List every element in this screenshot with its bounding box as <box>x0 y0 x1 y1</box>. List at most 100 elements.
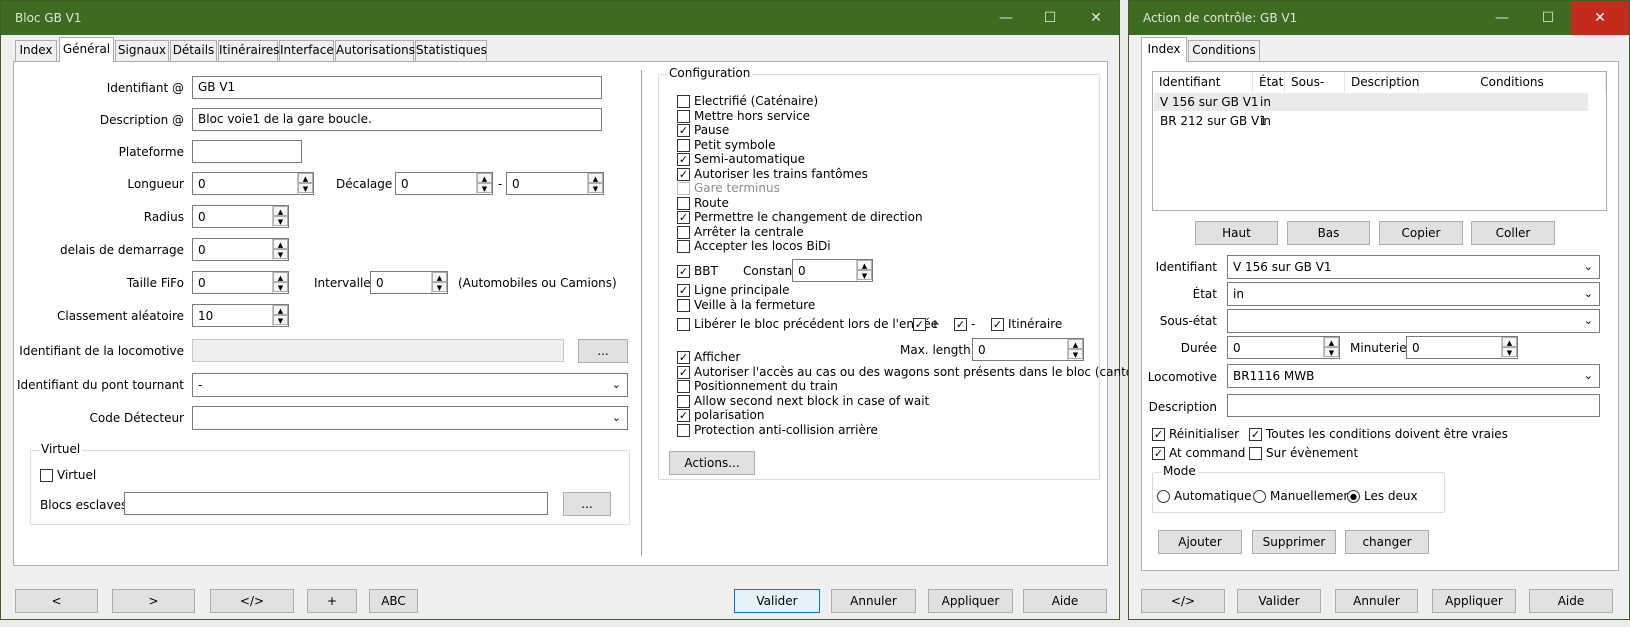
col-sous-etat[interactable]: Sous-état <box>1285 72 1345 109</box>
up-arrow-icon[interactable]: ▲ <box>477 173 492 183</box>
delais-stepper[interactable]: 0 ▲ ▼ <box>192 238 289 261</box>
tab-autorisations[interactable]: Autorisations <box>335 40 415 61</box>
tab-index[interactable]: Index <box>1141 37 1187 62</box>
constant-stepper[interactable]: 0 ▲ ▼ <box>792 259 873 282</box>
description-label: Description @ <box>99 113 184 127</box>
intervalle-stepper[interactable]: 0 ▲ ▼ <box>370 271 448 294</box>
sous-etat-select[interactable]: ⌄ <box>1227 309 1600 333</box>
down-arrow-icon[interactable]: ▼ <box>1502 347 1517 357</box>
prev-button[interactable]: < <box>15 589 98 613</box>
description-input[interactable] <box>1227 394 1600 417</box>
down-arrow-icon[interactable]: ▼ <box>477 183 492 193</box>
classement-stepper[interactable]: 10 ▲ ▼ <box>192 304 289 327</box>
tab-signaux[interactable]: Signaux <box>115 40 169 61</box>
add-button[interactable]: + <box>307 589 357 613</box>
down-arrow-icon[interactable]: ▼ <box>273 282 288 292</box>
table-row[interactable]: V 156 sur GB V1 in <box>1154 93 1588 111</box>
down-arrow-icon[interactable]: ▼ <box>273 216 288 226</box>
esclaves-input[interactable] <box>124 492 548 515</box>
loco-input <box>192 339 564 362</box>
copier-button[interactable]: Copier <box>1379 221 1463 245</box>
decalage-plus-stepper[interactable]: 0 ▲ ▼ <box>395 172 493 195</box>
close-icon[interactable]: ✕ <box>1571 1 1629 35</box>
annuler-button[interactable]: Annuler <box>1335 589 1418 613</box>
bas-button[interactable]: Bas <box>1287 221 1370 245</box>
xml-button[interactable]: </> <box>1141 589 1225 613</box>
loco-browse-button[interactable]: ... <box>578 339 628 363</box>
mode-group: Mode Automatique Manuellement ● Les deux <box>1152 464 1445 513</box>
chevron-down-icon: ⌄ <box>1583 314 1593 327</box>
down-arrow-icon[interactable]: ▼ <box>432 282 447 292</box>
down-arrow-icon[interactable]: ▼ <box>1324 347 1339 357</box>
appliquer-button[interactable]: Appliquer <box>928 589 1013 613</box>
supprimer-button[interactable]: Supprimer <box>1252 530 1336 554</box>
down-arrow-icon[interactable]: ▼ <box>273 249 288 259</box>
radius-stepper[interactable]: 0 ▲ ▼ <box>192 205 289 228</box>
plateforme-input[interactable] <box>192 140 302 163</box>
longueur-stepper[interactable]: 0 ▲ ▼ <box>192 172 314 195</box>
decalage-minus-stepper[interactable]: 0 ▲ ▼ <box>506 172 604 195</box>
up-arrow-icon[interactable]: ▲ <box>273 206 288 216</box>
next-button[interactable]: > <box>112 589 195 613</box>
virtuel-group-title: Virtuel <box>39 442 83 456</box>
table-row[interactable]: BR 212 sur GB V1 in <box>1154 112 1588 130</box>
col-etat[interactable]: État <box>1253 72 1285 92</box>
coller-button[interactable]: Coller <box>1471 221 1555 245</box>
tab-conditions[interactable]: Conditions <box>1188 40 1260 61</box>
locomotive-select[interactable]: BR1116 MWB ⌄ <box>1227 364 1600 388</box>
fifo-stepper[interactable]: 0 ▲ ▼ <box>192 271 289 294</box>
maximize-icon[interactable]: ☐ <box>1525 1 1571 35</box>
tab-statistiques[interactable]: Statistiques <box>415 40 487 61</box>
appliquer-button[interactable]: Appliquer <box>1432 589 1516 613</box>
ajouter-button[interactable]: Ajouter <box>1158 530 1242 554</box>
duree-stepper[interactable]: 0 ▲ ▼ <box>1227 336 1340 359</box>
up-arrow-icon[interactable]: ▲ <box>273 305 288 315</box>
aide-button[interactable]: Aide <box>1023 589 1107 613</box>
down-arrow-icon[interactable]: ▼ <box>1068 349 1083 359</box>
tab-interface[interactable]: Interface <box>279 40 334 61</box>
close-icon[interactable]: ✕ <box>1073 1 1119 35</box>
xml-button[interactable]: </> <box>210 589 294 613</box>
tab-details[interactable]: Détails <box>170 40 217 61</box>
identifiant-input[interactable]: GB V1 <box>192 76 602 99</box>
up-arrow-icon[interactable]: ▲ <box>1324 337 1339 347</box>
tab-general[interactable]: Général <box>59 37 114 62</box>
description-input[interactable]: Bloc voie1 de la gare boucle. <box>192 108 602 131</box>
down-arrow-icon[interactable]: ▼ <box>588 183 603 193</box>
valider-button[interactable]: Valider <box>1237 589 1321 613</box>
minuterie-stepper[interactable]: 0 ▲ ▼ <box>1406 336 1518 359</box>
up-arrow-icon[interactable]: ▲ <box>432 272 447 282</box>
down-arrow-icon[interactable]: ▼ <box>857 270 872 280</box>
up-arrow-icon[interactable]: ▲ <box>298 173 313 183</box>
etat-select[interactable]: in ⌄ <box>1227 282 1600 306</box>
detecteur-select[interactable]: ⌄ <box>192 406 628 430</box>
up-arrow-icon[interactable]: ▲ <box>1502 337 1517 347</box>
up-arrow-icon[interactable]: ▲ <box>273 239 288 249</box>
down-arrow-icon[interactable]: ▼ <box>273 315 288 325</box>
changer-button[interactable]: changer <box>1345 530 1429 554</box>
actions-button[interactable]: Actions... <box>669 451 755 475</box>
identifiant-select[interactable]: V 156 sur GB V1 ⌄ <box>1227 255 1600 279</box>
up-arrow-icon[interactable]: ▲ <box>273 272 288 282</box>
aide-button[interactable]: Aide <box>1529 589 1613 613</box>
annuler-button[interactable]: Annuler <box>831 589 916 613</box>
minimize-icon[interactable]: — <box>1479 1 1525 35</box>
minimize-icon[interactable]: — <box>983 1 1029 35</box>
down-arrow-icon[interactable]: ▼ <box>298 183 313 193</box>
tab-index[interactable]: Index <box>15 40 57 61</box>
abc-button[interactable]: ABC <box>369 589 418 613</box>
haut-button[interactable]: Haut <box>1195 221 1278 245</box>
maximize-icon[interactable]: ☐ <box>1027 1 1073 35</box>
up-arrow-icon[interactable]: ▲ <box>857 260 872 270</box>
col-identifiant[interactable]: Identifiant <box>1153 72 1253 92</box>
col-conditions[interactable]: Conditions <box>1419 72 1606 92</box>
tab-itineraires[interactable]: Itinéraires <box>218 40 280 61</box>
max-length-stepper[interactable]: 0 ▲ ▼ <box>972 338 1084 361</box>
up-arrow-icon[interactable]: ▲ <box>1068 339 1083 349</box>
up-arrow-icon[interactable]: ▲ <box>588 173 603 183</box>
esclaves-browse-button[interactable]: ... <box>563 492 611 516</box>
pont-select[interactable]: - ⌄ <box>192 373 628 397</box>
window-title: Action de contrôle: GB V1 <box>1143 11 1298 25</box>
col-description[interactable]: Description <box>1345 72 1419 92</box>
valider-button[interactable]: Valider <box>734 589 820 613</box>
